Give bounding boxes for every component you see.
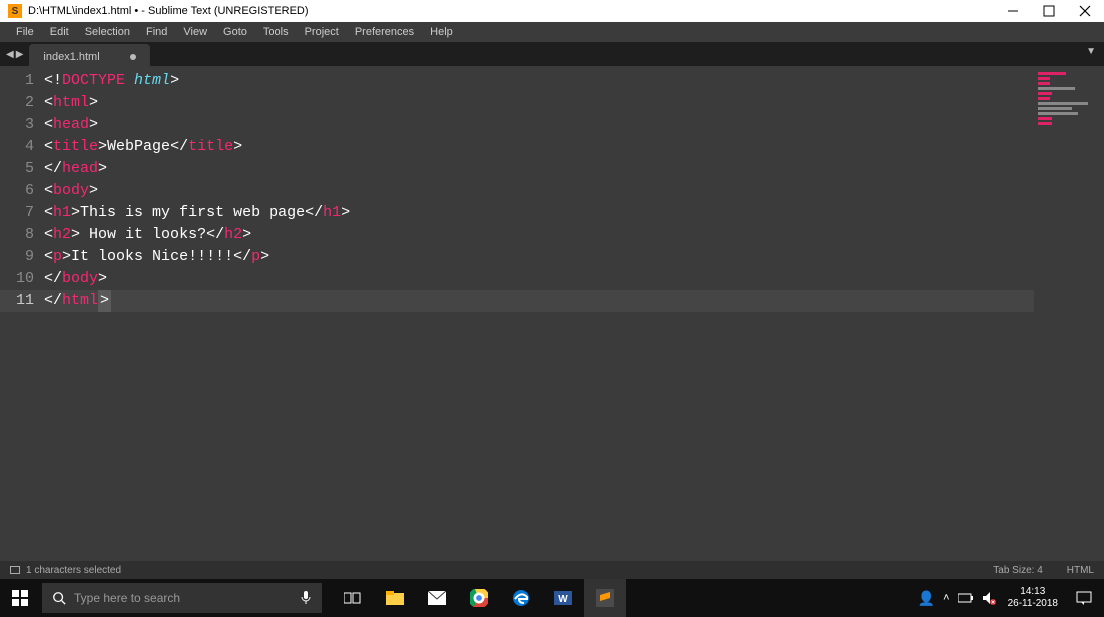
svg-text:W: W <box>558 594 568 605</box>
battery-icon[interactable] <box>958 593 974 603</box>
tab-active[interactable]: index1.html <box>29 44 149 66</box>
code-line[interactable]: </html> <box>44 290 1034 312</box>
tray-chevron-up-icon[interactable]: ˄ <box>943 592 949 604</box>
people-icon[interactable]: 👤 <box>918 590 935 607</box>
tab-bar: ◀ ▶ index1.html ▼ <box>0 42 1104 66</box>
sublime-icon[interactable] <box>584 579 626 617</box>
action-center-icon[interactable] <box>1064 579 1104 617</box>
line-number: 9 <box>0 246 44 268</box>
arrow-right-icon[interactable]: ▶ <box>16 49 24 60</box>
menu-preferences[interactable]: Preferences <box>347 24 422 40</box>
tab-nav-arrows[interactable]: ◀ ▶ <box>0 42 29 66</box>
code-line[interactable]: <title>WebPage</title> <box>44 136 1034 158</box>
file-explorer-icon[interactable] <box>374 579 416 617</box>
menu-tools[interactable]: Tools <box>255 24 297 40</box>
clock-time: 14:13 <box>1020 586 1045 598</box>
line-number: 10 <box>0 268 44 290</box>
editor-status-bar: 1 characters selected Tab Size: 4 HTML <box>0 561 1104 579</box>
menu-help[interactable]: Help <box>422 24 461 40</box>
taskbar-clock[interactable]: 14:13 26-11-2018 <box>1002 586 1064 610</box>
taskbar-search[interactable]: Type here to search <box>42 583 322 613</box>
line-number: 1 <box>0 70 44 92</box>
code-line[interactable]: <p>It looks Nice!!!!!</p> <box>44 246 1034 268</box>
minimap[interactable] <box>1034 66 1104 561</box>
code-line[interactable]: <!DOCTYPE html> <box>44 70 1034 92</box>
status-tab-size[interactable]: Tab Size: 4 <box>993 565 1042 576</box>
code-line[interactable]: <h1>This is my first web page</h1> <box>44 202 1034 224</box>
edge-icon[interactable] <box>500 579 542 617</box>
tab-modified-dot-icon <box>130 54 136 60</box>
search-placeholder: Type here to search <box>74 591 180 605</box>
start-button[interactable] <box>0 579 40 617</box>
panel-toggle-icon[interactable] <box>10 566 20 574</box>
menu-selection[interactable]: Selection <box>77 24 138 40</box>
menu-view[interactable]: View <box>175 24 215 40</box>
windows-taskbar: Type here to search W 👤 ˄ <box>0 579 1104 617</box>
code-line[interactable]: <html> <box>44 92 1034 114</box>
chrome-icon[interactable] <box>458 579 500 617</box>
line-number: 7 <box>0 202 44 224</box>
status-syntax[interactable]: HTML <box>1067 565 1094 576</box>
editor-area[interactable]: 1234567891011 <!DOCTYPE html><html><head… <box>0 66 1104 561</box>
code-line[interactable]: <h2> How it looks?</h2> <box>44 224 1034 246</box>
code-line[interactable]: </head> <box>44 158 1034 180</box>
tab-overflow-icon[interactable]: ▼ <box>1078 42 1104 66</box>
menu-find[interactable]: Find <box>138 24 175 40</box>
code-editor[interactable]: <!DOCTYPE html><html><head><title>WebPag… <box>44 66 1034 561</box>
code-line[interactable]: <body> <box>44 180 1034 202</box>
line-number-gutter: 1234567891011 <box>0 66 44 561</box>
search-icon <box>52 591 66 605</box>
menu-goto[interactable]: Goto <box>215 24 255 40</box>
word-icon[interactable]: W <box>542 579 584 617</box>
menu-bar: File Edit Selection Find View Goto Tools… <box>0 22 1104 42</box>
status-selection: 1 characters selected <box>26 565 121 576</box>
code-line[interactable]: <head> <box>44 114 1034 136</box>
maximize-button[interactable] <box>1042 4 1056 18</box>
volume-icon[interactable] <box>982 591 996 605</box>
system-tray[interactable]: 👤 ˄ <box>912 590 1002 607</box>
menu-project[interactable]: Project <box>297 24 347 40</box>
mail-icon[interactable] <box>416 579 458 617</box>
line-number: 6 <box>0 180 44 202</box>
line-number: 5 <box>0 158 44 180</box>
microphone-icon[interactable] <box>300 590 312 606</box>
clock-date: 26-11-2018 <box>1008 598 1058 610</box>
tab-label: index1.html <box>43 51 99 63</box>
line-number: 11 <box>0 290 44 312</box>
window-title: D:\HTML\index1.html • - Sublime Text (UN… <box>28 5 309 17</box>
task-view-icon[interactable] <box>332 579 374 617</box>
window-titlebar: S D:\HTML\index1.html • - Sublime Text (… <box>0 0 1104 22</box>
line-number: 8 <box>0 224 44 246</box>
code-line[interactable]: </body> <box>44 268 1034 290</box>
line-number: 3 <box>0 114 44 136</box>
line-number: 2 <box>0 92 44 114</box>
arrow-left-icon[interactable]: ◀ <box>6 49 14 60</box>
minimize-button[interactable] <box>1006 4 1020 18</box>
close-button[interactable] <box>1078 4 1092 18</box>
menu-file[interactable]: File <box>8 24 42 40</box>
line-number: 4 <box>0 136 44 158</box>
menu-edit[interactable]: Edit <box>42 24 77 40</box>
app-icon: S <box>8 4 22 18</box>
